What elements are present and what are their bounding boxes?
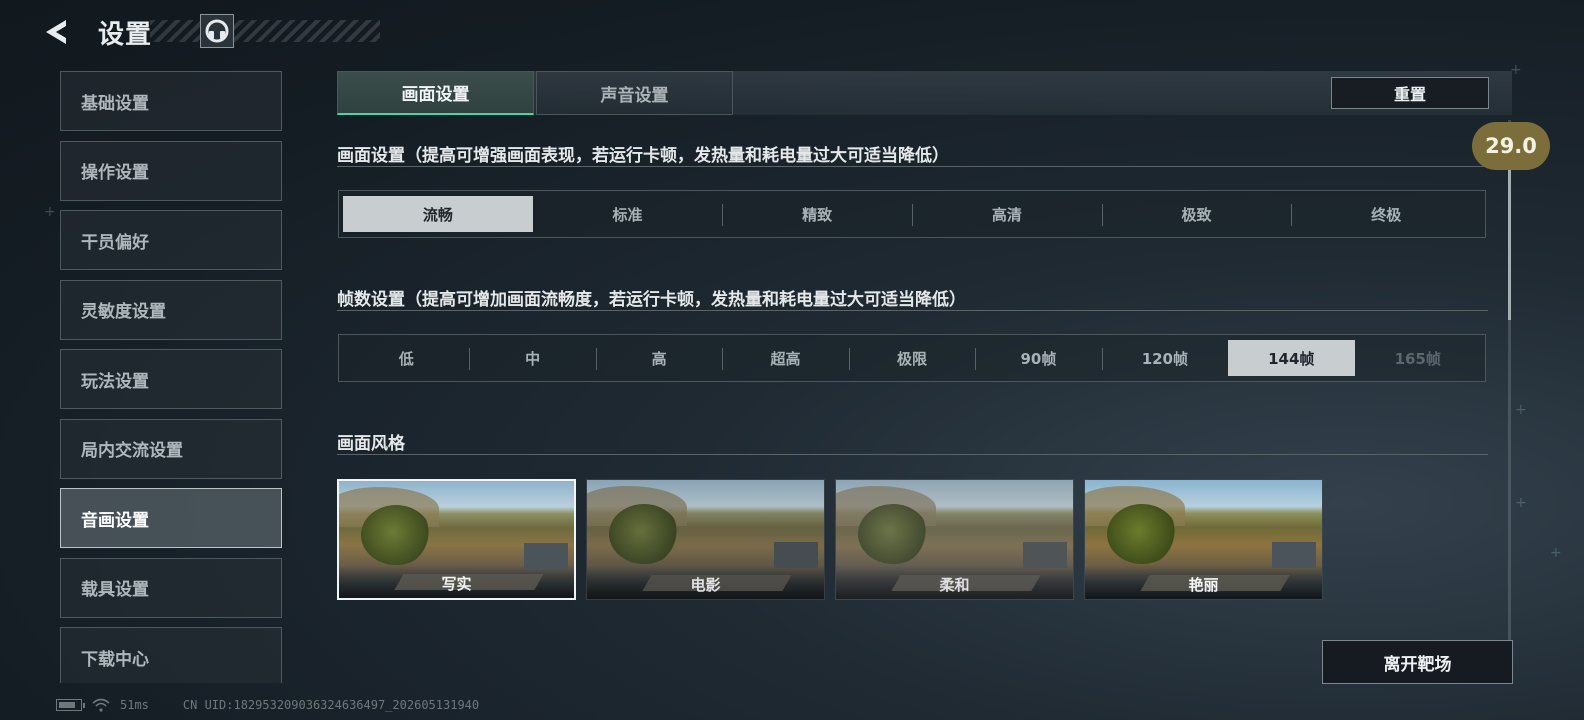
- leave-range-button[interactable]: 离开靶场: [1322, 640, 1513, 684]
- tab-graphics[interactable]: 画面设置: [337, 71, 534, 115]
- sidebar-item-label: 干员偏好: [81, 232, 149, 253]
- sidebar-item-basic[interactable]: 基础设置: [60, 71, 282, 131]
- tab-label: 画面设置: [401, 85, 470, 105]
- framerate-option-90[interactable]: 90帧: [975, 340, 1101, 376]
- style-option-cinematic[interactable]: 电影: [586, 479, 825, 600]
- grid-mark: +: [1550, 545, 1562, 561]
- fps-counter-badge: 29.0: [1472, 122, 1550, 170]
- quality-option-standard[interactable]: 标准: [533, 196, 723, 232]
- framerate-option-ultra[interactable]: 超高: [722, 340, 848, 376]
- preview-building: [1272, 542, 1316, 568]
- grid-mark: +: [44, 204, 56, 220]
- framerate-section-title: 帧数设置（提高可增加画面流畅度，若运行卡顿，发热量和耗电量过大可适当降低）: [337, 290, 966, 310]
- settings-sidebar: 基础设置 操作设置 干员偏好 灵敏度设置 玩法设置 局内交流设置 音画设置 载具…: [60, 71, 282, 683]
- divider: [337, 166, 1488, 167]
- style-option-realistic[interactable]: 写实: [337, 479, 576, 600]
- divider: [337, 454, 1488, 455]
- quality-section-title: 画面设置（提高可增强画面表现，若运行卡顿，发热量和耗电量过大可适当降低）: [337, 146, 949, 166]
- quality-option-ultimate[interactable]: 终极: [1291, 196, 1481, 232]
- sidebar-item-gameplay[interactable]: 玩法设置: [60, 349, 282, 409]
- headset-icon: [205, 19, 229, 43]
- style-label: 电影: [690, 576, 721, 594]
- avatar[interactable]: [200, 14, 234, 48]
- framerate-option-high[interactable]: 高: [595, 340, 722, 376]
- grid-mark: +: [1515, 402, 1527, 418]
- sidebar-item-label: 局内交流设置: [81, 441, 183, 461]
- preview-building: [774, 542, 818, 568]
- style-label: 艳丽: [1188, 576, 1219, 594]
- sidebar-item-audio-video[interactable]: 音画设置: [60, 488, 282, 548]
- status-bar: 51ms CN UID:1829532090363246364​97_20260…: [56, 696, 479, 714]
- sidebar-item-communication[interactable]: 局内交流设置: [60, 418, 282, 479]
- wifi-icon: [92, 698, 110, 712]
- grid-mark: +: [1515, 495, 1527, 511]
- header-hatch-decoration: [150, 20, 380, 42]
- header: 设置: [40, 10, 380, 54]
- style-label: 柔和: [939, 576, 970, 594]
- style-section-title: 画面风格: [337, 434, 405, 454]
- sidebar-item-label: 载具设置: [81, 580, 149, 600]
- uid-text: CN UID:1829532090363246364​97_2026051319…: [182, 698, 480, 712]
- scrollbar-thumb[interactable]: [1508, 150, 1511, 320]
- quality-option-extreme[interactable]: 极致: [1101, 196, 1292, 232]
- style-options: 写实 电影 柔和 艳丽: [337, 479, 1323, 600]
- sidebar-item-controls[interactable]: 操作设置: [60, 140, 282, 201]
- sidebar-item-download-center[interactable]: 下载中心: [60, 627, 282, 683]
- framerate-option-120[interactable]: 120帧: [1101, 340, 1228, 376]
- preview-tree: [609, 504, 679, 564]
- preview-building: [1023, 542, 1067, 568]
- page-title: 设置: [98, 19, 153, 50]
- ping-value: 51ms: [120, 698, 149, 712]
- panel-scrollbar[interactable]: [1508, 120, 1511, 680]
- quality-option-refined[interactable]: 精致: [722, 196, 912, 232]
- style-option-vivid[interactable]: 艳丽: [1084, 479, 1323, 600]
- sidebar-item-label: 操作设置: [81, 163, 149, 183]
- framerate-option-limit[interactable]: 极限: [848, 340, 975, 376]
- preview-tree: [1107, 504, 1177, 564]
- style-label: 写实: [441, 575, 472, 593]
- sidebar-item-operator-preference[interactable]: 干员偏好: [60, 210, 282, 270]
- sidebar-item-label: 基础设置: [81, 93, 149, 114]
- sidebar-item-label: 灵敏度设置: [81, 302, 166, 322]
- tab-label: 声音设置: [600, 85, 669, 106]
- sidebar-item-label: 下载中心: [81, 649, 149, 670]
- framerate-option-144[interactable]: 144帧: [1228, 340, 1355, 376]
- back-arrow-icon[interactable]: [40, 12, 80, 52]
- quality-option-smooth[interactable]: 流畅: [343, 196, 533, 232]
- sidebar-item-sensitivity[interactable]: 灵敏度设置: [60, 279, 282, 340]
- framerate-selector: 低 中 高 超高 极限 90帧 120帧 144帧 165帧: [338, 334, 1486, 382]
- style-option-soft[interactable]: 柔和: [835, 479, 1074, 600]
- preview-tree: [858, 504, 928, 564]
- battery-icon: [56, 699, 85, 711]
- settings-panel: 画面设置 声音设置 重置 画面设置（提高可增强画面表现，若运行卡顿，发热量和耗电…: [337, 71, 1512, 683]
- panel-tab-bar: 画面设置 声音设置 重置: [337, 71, 1512, 115]
- reset-button[interactable]: 重置: [1331, 77, 1489, 109]
- sidebar-item-label: 玩法设置: [81, 371, 149, 392]
- framerate-option-low[interactable]: 低: [343, 340, 469, 376]
- preview-building: [524, 543, 568, 569]
- quality-option-hd[interactable]: 高清: [912, 196, 1102, 232]
- preview-tree: [361, 505, 431, 565]
- divider: [337, 310, 1488, 311]
- tab-sound[interactable]: 声音设置: [536, 71, 733, 115]
- sidebar-item-label: 音画设置: [81, 510, 149, 531]
- sidebar-item-vehicle[interactable]: 载具设置: [60, 557, 282, 618]
- framerate-option-165: 165帧: [1394, 349, 1441, 368]
- framerate-option-medium[interactable]: 中: [469, 340, 595, 376]
- quality-selector: 流畅 标准 精致 高清 极致 终极: [338, 190, 1486, 238]
